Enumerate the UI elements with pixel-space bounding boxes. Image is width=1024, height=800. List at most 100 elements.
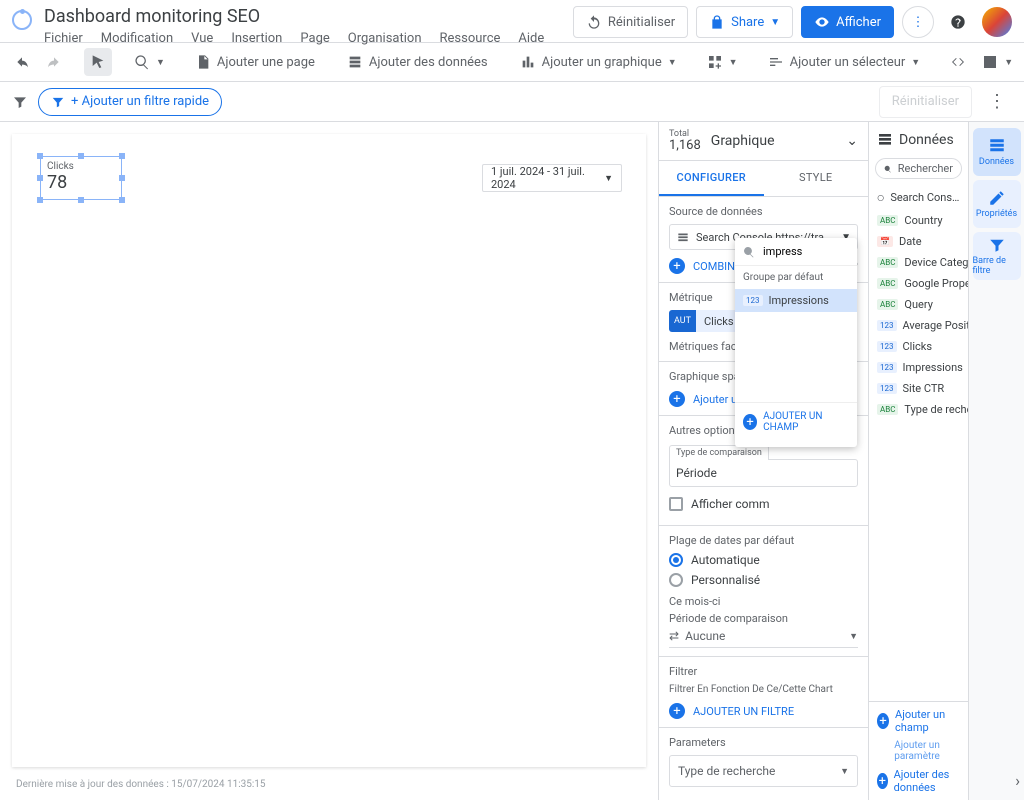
field-row[interactable]: 123Impressions — [869, 357, 968, 378]
plus-icon: + — [669, 391, 685, 407]
connector-icon — [676, 230, 690, 244]
eye-icon — [814, 14, 830, 30]
community-viz-button[interactable]: ▼ — [701, 48, 744, 76]
parameters-heading: Parameters — [669, 736, 858, 749]
share-button[interactable]: Share▼ — [696, 6, 793, 38]
data-icon — [347, 54, 363, 70]
menu-insert[interactable]: Insertion — [231, 31, 282, 46]
plus-icon: + — [877, 713, 889, 729]
menu-help[interactable]: Aide — [518, 31, 544, 46]
radio-custom[interactable]: Personnalisé — [669, 573, 858, 587]
menu-file[interactable]: Fichier — [44, 31, 83, 46]
field-search-input[interactable]: Rechercher — [875, 158, 962, 179]
canvas-area: Clicks 78 1 juil. 2024 - 31 juil. 2024▼ … — [0, 122, 658, 800]
filter-icon[interactable] — [12, 94, 28, 110]
show-as-checkbox[interactable]: Afficher comm — [669, 497, 858, 511]
zoom-button[interactable]: ▼ — [128, 48, 171, 76]
field-type-icon: 123 — [877, 362, 897, 373]
menu-view[interactable]: Vue — [191, 31, 213, 46]
add-data-button[interactable]: Ajouter des données — [339, 48, 496, 76]
metric-search-input[interactable] — [761, 244, 841, 259]
redo-button[interactable] — [40, 48, 68, 76]
add-param-link[interactable]: +Ajouter un paramètre — [869, 740, 968, 762]
chart-icon — [520, 54, 536, 70]
image-button[interactable]: ▼ — [976, 48, 1019, 76]
kebab-icon: ⋮ — [912, 15, 925, 30]
field-type-icon: 📅 — [877, 236, 893, 247]
help-icon — [950, 14, 966, 30]
data-source-heading: Source de données — [669, 205, 858, 218]
code-icon — [950, 54, 966, 70]
scorecard-chart[interactable]: Clicks 78 — [40, 156, 122, 200]
tab-style[interactable]: STYLE — [764, 161, 869, 196]
report-canvas[interactable]: Clicks 78 1 juil. 2024 - 31 juil. 2024▼ — [12, 134, 646, 767]
add-field-link[interactable]: +Ajouter un champ — [869, 702, 968, 740]
report-title[interactable]: Dashboard monitoring SEO — [44, 6, 573, 27]
this-month-label: Ce mois-ci — [669, 595, 858, 608]
field-name: Clicks — [903, 340, 933, 353]
plus-icon: + — [669, 258, 685, 274]
compare-period-select[interactable]: ⇄Aucune ▼ — [669, 625, 858, 648]
rail-properties-tab[interactable]: Propriétés — [973, 180, 1021, 228]
compare-type-select[interactable]: Période — [669, 459, 858, 487]
field-row[interactable]: 123 Clicks — [869, 336, 968, 357]
add-data-link[interactable]: +Ajouter des données — [869, 762, 968, 800]
view-button[interactable]: Afficher — [801, 6, 894, 38]
radio-auto[interactable]: Automatique — [669, 553, 858, 567]
field-row[interactable]: ABCType de recherche — [869, 399, 968, 420]
add-filter-button[interactable]: + AJOUTER UN FILTRE — [669, 703, 858, 719]
swap-icon: ⇄ — [669, 629, 679, 643]
menu-arrange[interactable]: Organisation — [348, 31, 422, 46]
filter-reset-button: Réinitialiser — [879, 86, 972, 118]
metric-chip[interactable]: AUT Clicks — [669, 310, 742, 332]
field-row[interactable]: 📅 Date — [869, 231, 968, 252]
field-row[interactable]: ABCQuery — [869, 294, 968, 315]
scorecard-label: Clicks — [47, 161, 115, 172]
rail-data-tab[interactable]: Données — [973, 128, 1021, 176]
popover-add-field-button[interactable]: + AJOUTER UN CHAMP — [735, 402, 857, 441]
undo-icon — [586, 14, 602, 30]
chevron-down-icon: ▼ — [849, 631, 858, 642]
data-panel: Données Rechercher Search Console https:… — [868, 122, 968, 800]
field-row[interactable]: 123Average Position — [869, 315, 968, 336]
select-tool[interactable] — [84, 48, 112, 76]
field-row[interactable]: ABCDevice Category — [869, 252, 968, 273]
menu-edit[interactable]: Modification — [101, 31, 173, 46]
undo-icon — [14, 54, 30, 70]
field-type-icon: 123 — [877, 341, 897, 352]
user-avatar[interactable] — [982, 7, 1012, 37]
chart-type-selector[interactable]: Graphique⌄ — [711, 133, 858, 149]
tab-configure[interactable]: CONFIGURER — [659, 161, 764, 196]
field-row[interactable]: ABCCountry — [869, 210, 968, 231]
grid-plus-icon — [707, 54, 723, 70]
more-options-button[interactable]: ⋮ — [902, 6, 934, 38]
zoom-icon — [134, 54, 150, 70]
rail-filterbar-tab[interactable]: Barre de filtre — [973, 232, 1021, 280]
connector-row[interactable]: Search Console https:… — [869, 185, 968, 210]
menu-page[interactable]: Page — [300, 31, 329, 46]
config-panel: Total 1,168 Graphique⌄ CONFIGURER STYLE … — [658, 122, 868, 800]
undo-button[interactable] — [8, 48, 36, 76]
field-name: Site CTR — [903, 382, 945, 395]
search-icon — [743, 246, 755, 258]
data-icon — [988, 137, 1006, 155]
collapse-panel-button[interactable]: › — [1015, 771, 1020, 790]
embed-button[interactable] — [944, 48, 972, 76]
add-quick-filter-button[interactable]: + Ajouter un filtre rapide — [38, 88, 222, 116]
field-name: Device Category — [904, 256, 968, 269]
filter-more-button[interactable]: ⋮ — [982, 91, 1012, 112]
date-range-control[interactable]: 1 juil. 2024 - 31 juil. 2024▼ — [482, 164, 622, 192]
parameter-select[interactable]: Type de recherche▼ — [669, 755, 858, 787]
popover-item-impressions[interactable]: 123 Impressions — [735, 289, 857, 312]
field-row[interactable]: ABCGoogle Property — [869, 273, 968, 294]
toolbar: ▼ Ajouter une page Ajouter des données A… — [0, 42, 1024, 82]
field-row[interactable]: 123Site CTR — [869, 378, 968, 399]
menu-resource[interactable]: Ressource — [440, 31, 501, 46]
add-chart-button[interactable]: Ajouter un graphique▼ — [512, 48, 685, 76]
add-page-button[interactable]: Ajouter une page — [187, 48, 323, 76]
reset-button[interactable]: Réinitialiser — [573, 6, 688, 38]
help-button[interactable] — [942, 6, 974, 38]
add-control-button[interactable]: Ajouter un sélecteur▼ — [760, 48, 929, 76]
filter-icon — [988, 236, 1006, 254]
field-name: Date — [899, 235, 922, 248]
